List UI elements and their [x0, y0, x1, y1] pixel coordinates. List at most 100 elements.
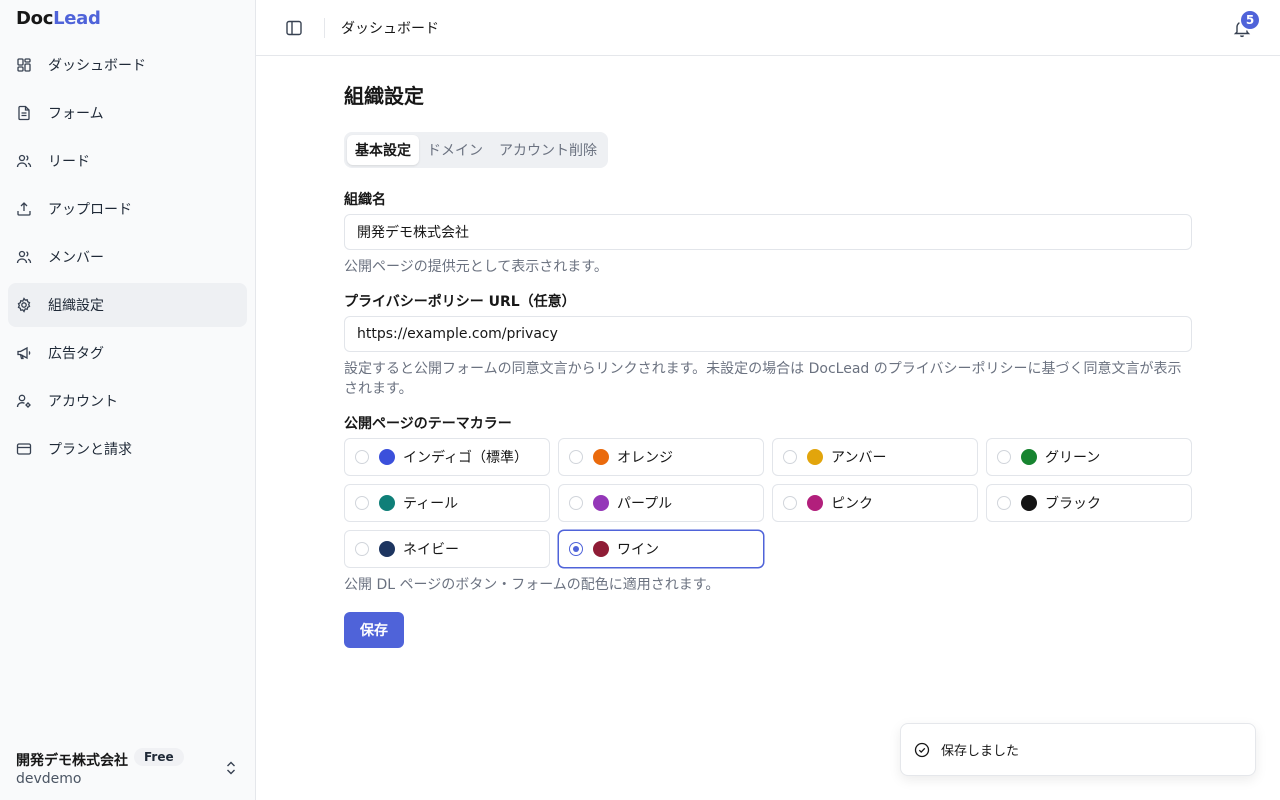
color-option-teal[interactable]: ティール — [344, 484, 550, 522]
org-name-label: 組織名 — [344, 192, 386, 208]
radio-button — [997, 496, 1011, 510]
sidebar-item-label: 組織設定 — [48, 298, 104, 314]
file-text-icon — [16, 105, 32, 121]
privacy-url-label: プライバシーポリシー URL（任意） — [344, 294, 576, 310]
radio-button — [783, 496, 797, 510]
settings-tabs: 基本設定 ドメイン アカウント削除 — [344, 132, 608, 168]
color-option-label: インディゴ（標準） — [403, 450, 529, 466]
color-option-label: グリーン — [1045, 450, 1101, 466]
theme-color-group: インディゴ（標準） オレンジ アンバー グリーン ティール パープル ピンク ブ… — [344, 438, 1192, 568]
color-swatch — [379, 541, 395, 557]
color-option-navy[interactable]: ネイビー — [344, 530, 550, 568]
radio-button — [355, 496, 369, 510]
sidebar-item-members[interactable]: メンバー — [8, 235, 247, 279]
sidebar-item-label: アカウント — [48, 394, 118, 410]
users-icon — [16, 249, 32, 265]
plan-badge: Free — [134, 748, 184, 766]
color-option-label: オレンジ — [617, 450, 673, 466]
color-swatch — [593, 449, 609, 465]
upload-icon — [16, 201, 32, 217]
sidebar-item-account[interactable]: アカウント — [8, 379, 247, 423]
app-logo[interactable]: DocLead — [16, 8, 101, 29]
color-swatch — [1021, 449, 1037, 465]
breadcrumb: ダッシュボード — [341, 21, 439, 37]
org-slug: devdemo — [16, 771, 82, 787]
radio-button — [997, 450, 1011, 464]
sidebar-item-label: 広告タグ — [48, 346, 104, 362]
sidebar-item-org-settings[interactable]: 組織設定 — [8, 283, 247, 327]
sidebar: DocLead ダッシュボード フォーム リード アップロード メンバー 組織設… — [0, 0, 256, 800]
color-option-indigo[interactable]: インディゴ（標準） — [344, 438, 550, 476]
sidebar-item-label: メンバー — [48, 250, 104, 266]
user-cog-icon — [16, 393, 32, 409]
sidebar-item-dashboard[interactable]: ダッシュボード — [8, 43, 247, 87]
toast-message: 保存しました — [941, 744, 1020, 759]
color-swatch — [593, 541, 609, 557]
page-title: 組織設定 — [344, 84, 424, 108]
sidebar-item-label: アップロード — [48, 202, 132, 218]
radio-button — [569, 496, 583, 510]
logo-text-doc: Doc — [16, 8, 54, 29]
color-option-label: アンバー — [831, 450, 887, 466]
radio-button — [355, 542, 369, 556]
sidebar-item-upload[interactable]: アップロード — [8, 187, 247, 231]
notification-badge: 5 — [1239, 9, 1261, 31]
org-name-input[interactable] — [344, 214, 1192, 250]
color-option-wine[interactable]: ワイン — [558, 530, 764, 568]
sidebar-item-leads[interactable]: リード — [8, 139, 247, 183]
org-name-help: 公開ページの提供元として表示されます。 — [344, 259, 608, 275]
sidebar-item-billing[interactable]: プランと請求 — [8, 427, 247, 471]
color-option-label: ピンク — [831, 496, 873, 512]
radio-selected-dot — [573, 546, 579, 552]
tab-delete-account[interactable]: アカウント削除 — [491, 135, 605, 165]
color-option-pink[interactable]: ピンク — [772, 484, 978, 522]
radio-button — [569, 450, 583, 464]
sidebar-nav: ダッシュボード フォーム リード アップロード メンバー 組織設定 広告タグ ア… — [8, 43, 247, 475]
sidebar-item-forms[interactable]: フォーム — [8, 91, 247, 135]
sidebar-toggle-icon[interactable] — [284, 18, 304, 38]
sidebar-item-label: ダッシュボード — [48, 58, 146, 74]
top-header: ダッシュボード 5 — [256, 0, 1280, 56]
sidebar-item-label: プランと請求 — [48, 442, 132, 458]
gear-icon — [16, 297, 32, 313]
sidebar-item-ad-tags[interactable]: 広告タグ — [8, 331, 247, 375]
color-option-purple[interactable]: パープル — [558, 484, 764, 522]
chevrons-up-down-icon — [224, 760, 238, 776]
color-option-label: ワイン — [617, 542, 659, 558]
tab-basic-settings[interactable]: 基本設定 — [347, 135, 419, 165]
credit-card-icon — [16, 441, 32, 457]
sidebar-item-label: リード — [48, 154, 90, 170]
color-option-black[interactable]: ブラック — [986, 484, 1192, 522]
dashboard-icon — [16, 57, 32, 73]
color-option-label: ネイビー — [403, 542, 459, 558]
color-swatch — [807, 449, 823, 465]
color-option-amber[interactable]: アンバー — [772, 438, 978, 476]
color-option-label: パープル — [617, 496, 673, 512]
privacy-url-input[interactable] — [344, 316, 1192, 352]
color-swatch — [1021, 495, 1037, 511]
radio-button — [355, 450, 369, 464]
radio-button — [783, 450, 797, 464]
org-name: 開発デモ株式会社 — [16, 753, 128, 769]
privacy-url-help: 設定すると公開フォームの同意文言からリンクされます。未設定の場合は DocLea… — [344, 361, 1182, 397]
color-swatch — [807, 495, 823, 511]
color-option-green[interactable]: グリーン — [986, 438, 1192, 476]
toast-notification: 保存しました — [900, 723, 1256, 776]
color-option-label: ブラック — [1045, 496, 1101, 512]
org-switcher[interactable]: 開発デモ株式会社 Free devdemo — [8, 740, 247, 796]
tab-domain[interactable]: ドメイン — [419, 135, 491, 165]
header-divider — [324, 18, 325, 38]
color-swatch — [593, 495, 609, 511]
megaphone-icon — [16, 345, 32, 361]
color-option-label: ティール — [403, 496, 459, 512]
color-swatch — [379, 495, 395, 511]
color-swatch — [379, 449, 395, 465]
users-icon — [16, 153, 32, 169]
check-circle-icon — [914, 742, 930, 758]
save-button[interactable]: 保存 — [344, 612, 404, 648]
color-option-orange[interactable]: オレンジ — [558, 438, 764, 476]
sidebar-item-label: フォーム — [48, 106, 104, 122]
theme-color-label: 公開ページのテーマカラー — [344, 416, 512, 432]
theme-color-help: 公開 DL ページのボタン・フォームの配色に適用されます。 — [344, 577, 720, 593]
radio-button — [569, 542, 583, 556]
